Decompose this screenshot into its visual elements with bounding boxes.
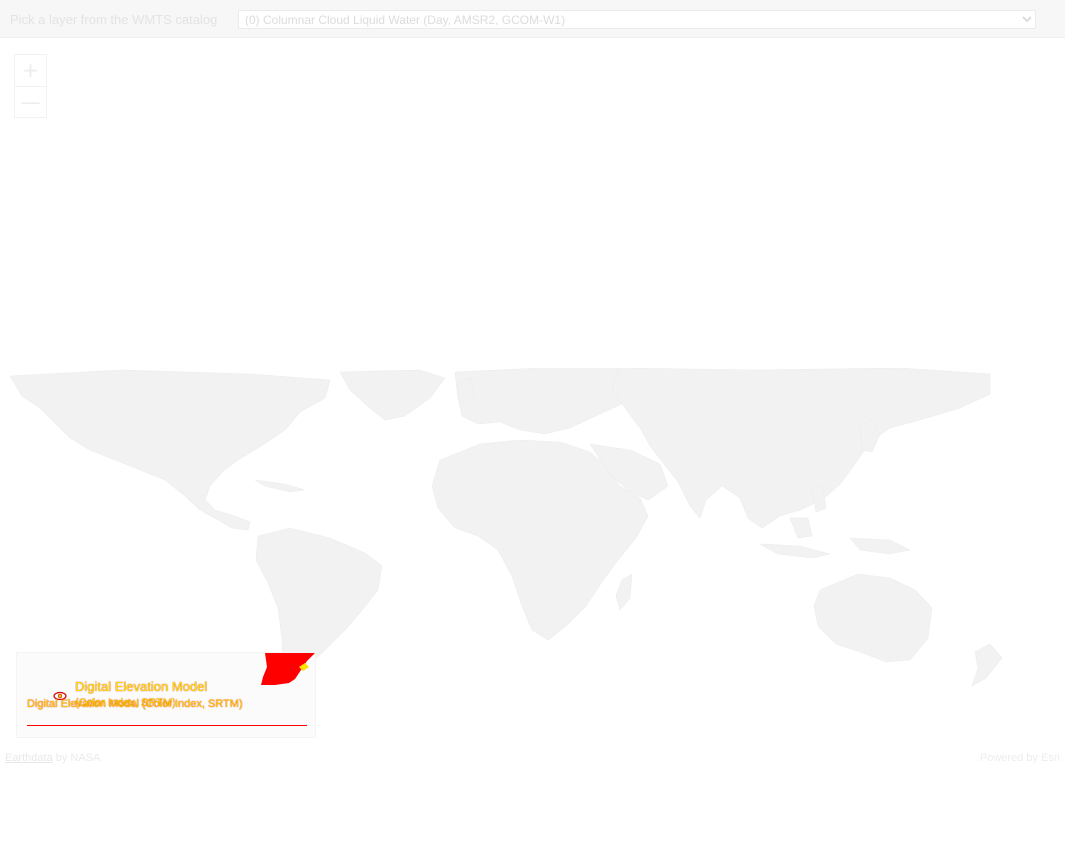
legend-divider [27,725,307,726]
island-greenland [339,369,446,421]
legend-layer-name: Digital Elevation Model (Color Index, SR… [27,698,243,710]
layer-picker-label: Pick a layer from the WMTS catalog [10,12,218,27]
zoom-out-button[interactable]: — [15,87,46,118]
powered-by[interactable]: Powered by Esri [980,752,1060,764]
zoom-control: + — [14,54,47,118]
legend-panel: Digital Elevation Model (Color Index, SR… [16,652,316,738]
top-toolbar: Pick a layer from the WMTS catalog (0) C… [0,0,1065,38]
island-new-guinea [849,537,911,555]
continent-north-america [9,369,331,531]
zoom-in-button[interactable]: + [15,55,46,87]
minus-icon: — [20,90,41,114]
legend-title: Digital Elevation Model [75,679,208,694]
continent-asia [611,368,991,529]
attribution-by: by NASA [52,752,101,764]
island-cuba [254,479,306,493]
continent-europe [454,368,641,435]
plus-icon: + [22,58,39,82]
legend-color-swatch [261,653,315,685]
layer-select[interactable]: (0) Columnar Cloud Liquid Water (Day, AM… [238,10,1036,29]
attribution: Earthdata by NASA [5,752,100,764]
earthdata-link[interactable]: Earthdata [5,752,53,764]
island-indonesia-1 [759,543,831,559]
island-indonesia-2 [789,517,813,539]
island-new-zealand [971,643,1003,687]
continent-australia [813,573,933,663]
island-madagascar [615,573,633,611]
